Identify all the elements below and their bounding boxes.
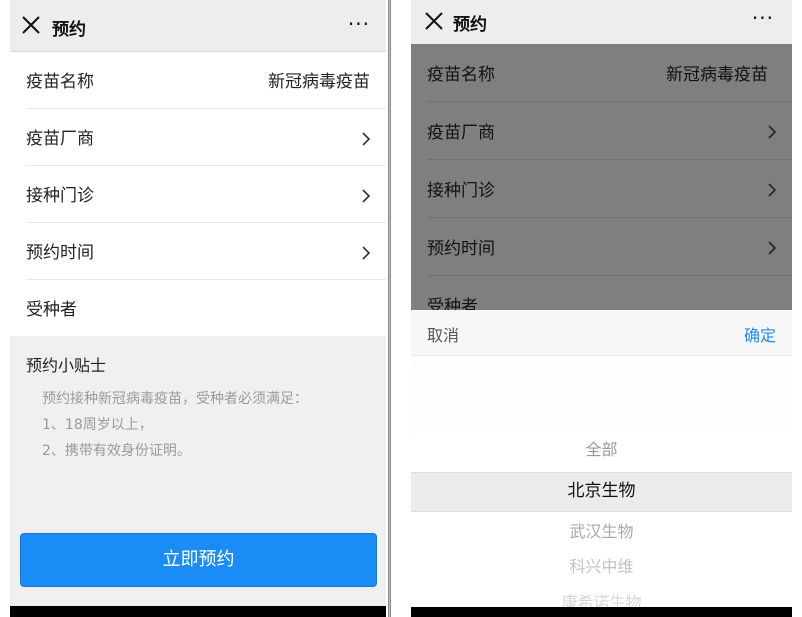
appointment-time-label: 预约时间 <box>26 243 94 263</box>
screenshot-frame: 预约 ··· 疫苗名称 新冠病毒疫苗 疫苗厂商 接种门诊 预约时间 受种者 预约… <box>0 0 802 617</box>
page-title: 预约 <box>52 20 86 40</box>
chevron-right-icon <box>768 241 777 255</box>
clinic-row[interactable]: 接种门诊 <box>26 166 386 223</box>
more-menu-icon[interactable]: ··· <box>348 12 370 36</box>
divider <box>388 0 391 617</box>
recipient-row[interactable]: 受种者 <box>26 280 386 336</box>
vaccine-maker-row[interactable]: 疫苗厂商 <box>26 109 386 166</box>
chevron-right-icon <box>362 246 371 260</box>
vaccine-maker-row: 疫苗厂商 <box>427 102 792 160</box>
navigation-bar: 预约 ··· <box>10 0 386 52</box>
tips-title: 预约小贴士 <box>26 356 107 375</box>
picker-wheel[interactable]: 全部 北京生物 武汉生物 科兴中维 康希诺生物 <box>411 356 792 612</box>
appointment-time-row[interactable]: 预约时间 <box>26 223 386 280</box>
recipient-label: 受种者 <box>26 300 77 320</box>
vaccine-name-value: 新冠病毒疫苗 <box>268 72 370 92</box>
vaccine-name-label: 疫苗名称 <box>26 72 94 92</box>
vaccine-maker-label: 疫苗厂商 <box>427 123 495 143</box>
picker-option-selected[interactable]: 北京生物 <box>411 472 792 510</box>
bottom-bar <box>10 606 386 617</box>
chevron-right-icon <box>362 132 371 146</box>
picker-option[interactable]: 全部 <box>411 436 792 460</box>
booking-form: 疫苗名称 新冠病毒疫苗 疫苗厂商 接种门诊 预约时间 受种者 <box>10 52 386 336</box>
book-now-button[interactable]: 立即预约 <box>20 533 377 587</box>
navigation-bar: 预约 ··· <box>411 0 792 44</box>
appointment-time-label: 预约时间 <box>427 239 495 259</box>
tips-line: 1、18周岁以上， <box>42 417 153 433</box>
dimmed-booking-form[interactable]: 疫苗名称 新冠病毒疫苗 疫苗厂商 接种门诊 预约时间 受种者 <box>411 44 792 310</box>
recipient-label: 受种者 <box>427 297 478 310</box>
vaccine-name-label: 疫苗名称 <box>427 65 495 85</box>
picker-option[interactable]: 武汉生物 <box>411 518 792 542</box>
booking-tips: 预约小贴士 预约接种新冠病毒疫苗，受种者必须满足： 1、18周岁以上， 2、携带… <box>26 352 370 464</box>
close-icon[interactable] <box>423 10 445 32</box>
vaccine-name-row: 疫苗名称 新冠病毒疫苗 <box>26 52 386 109</box>
manufacturer-picker: 取消 确定 全部 北京生物 武汉生物 科兴中维 康希诺生物 <box>411 310 792 617</box>
clinic-row: 接种门诊 <box>427 160 792 218</box>
clinic-label: 接种门诊 <box>427 181 495 201</box>
booking-screen: 预约 ··· 疫苗名称 新冠病毒疫苗 疫苗厂商 接种门诊 预约时间 受种者 预约… <box>10 0 386 617</box>
vaccine-name-value: 新冠病毒疫苗 <box>666 65 768 85</box>
picker-cancel-button[interactable]: 取消 <box>427 322 459 346</box>
tips-line: 预约接种新冠病毒疫苗，受种者必须满足： <box>42 391 308 407</box>
vaccine-name-row: 疫苗名称 新冠病毒疫苗 <box>427 44 792 102</box>
chevron-right-icon <box>768 183 777 197</box>
picker-toolbar: 取消 确定 <box>411 310 792 356</box>
chevron-right-icon <box>768 125 777 139</box>
bottom-bar <box>411 607 792 617</box>
chevron-right-icon <box>362 189 371 203</box>
picker-confirm-button[interactable]: 确定 <box>744 322 776 346</box>
picker-option[interactable]: 科兴中维 <box>411 553 792 577</box>
close-icon[interactable] <box>20 14 42 36</box>
more-menu-icon[interactable]: ··· <box>752 6 774 30</box>
vaccine-maker-label: 疫苗厂商 <box>26 129 94 149</box>
appointment-time-row: 预约时间 <box>427 218 792 276</box>
booking-screen-with-picker: 预约 ··· 疫苗名称 新冠病毒疫苗 疫苗厂商 接种门诊 预约时间 受种者 取消… <box>411 0 792 617</box>
tips-line: 2、携带有效身份证明。 <box>42 443 191 459</box>
clinic-label: 接种门诊 <box>26 186 94 206</box>
page-title: 预约 <box>453 15 487 35</box>
recipient-row: 受种者 <box>427 276 792 310</box>
